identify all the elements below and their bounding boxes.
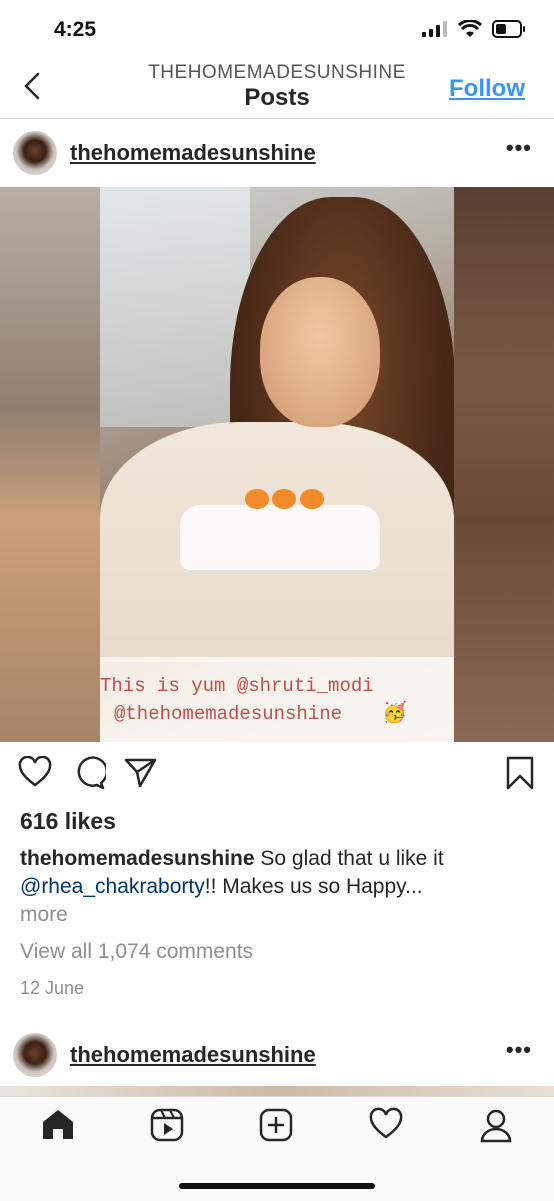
post-username[interactable]: thehomemadesunshine	[70, 140, 316, 166]
cake	[180, 505, 380, 570]
post-image[interactable]: This is yum @shruti_modi @thehomemadesun…	[0, 187, 554, 742]
image-caption-line-1: This is yum @shruti_modi	[100, 675, 374, 697]
wifi-icon	[458, 20, 482, 37]
share-icon[interactable]	[124, 756, 158, 788]
next-post-header: thehomemadesunshine •••	[0, 1020, 554, 1088]
profile-icon[interactable]	[478, 1107, 514, 1143]
caption-username[interactable]: thehomemadesunshine	[20, 847, 255, 870]
likes-count[interactable]: 616 likes	[20, 808, 116, 835]
post-header: thehomemadesunshine •••	[0, 119, 554, 187]
home-indicator	[179, 1183, 375, 1189]
blurred-background-left	[0, 187, 100, 742]
more-options-icon[interactable]: •••	[506, 135, 532, 161]
more-options-icon[interactable]: •••	[506, 1037, 532, 1063]
image-caption: This is yum @shruti_modi @thehomemadesun…	[100, 657, 454, 742]
home-icon[interactable]	[40, 1107, 76, 1141]
battery-icon	[492, 20, 525, 38]
caption-text-2: !! Makes us so Happy...	[204, 875, 423, 898]
view-all-comments-link[interactable]: View all 1,074 comments	[20, 940, 253, 964]
add-post-icon[interactable]	[258, 1107, 294, 1143]
next-post-username[interactable]: thehomemadesunshine	[70, 1042, 316, 1068]
status-icons	[422, 20, 526, 38]
avatar[interactable]	[13, 131, 57, 175]
reels-icon[interactable]	[149, 1107, 185, 1143]
follow-button[interactable]: Follow	[449, 75, 525, 103]
blurred-background-right	[454, 187, 554, 742]
post-actions	[0, 742, 554, 807]
post-caption: thehomemadesunshine So glad that u like …	[20, 845, 535, 929]
nav-bar: THEHOMEMADESUNSHINE Posts Follow	[0, 58, 554, 119]
like-heart-icon[interactable]	[18, 756, 52, 788]
avatar[interactable]	[13, 1033, 57, 1077]
save-bookmark-icon[interactable]	[505, 756, 535, 790]
image-caption-line-2: @thehomemadesunshine	[114, 703, 343, 725]
caption-mention[interactable]: @rhea_chakraborty	[20, 875, 205, 898]
status-bar: 4:25	[0, 0, 554, 60]
signal-icon	[422, 21, 447, 37]
story-photo: This is yum @shruti_modi @thehomemadesun…	[100, 187, 455, 742]
comment-icon[interactable]	[72, 756, 106, 790]
caption-text-1: So glad that u like it	[254, 847, 444, 870]
next-post-image-preview	[0, 1086, 554, 1096]
caption-more-link[interactable]: more	[20, 903, 68, 926]
party-emoji-icon: 🥳	[382, 702, 407, 724]
post-date: 12 June	[20, 978, 85, 998]
heart-icon[interactable]	[368, 1107, 404, 1141]
status-time: 4:25	[54, 18, 97, 41]
